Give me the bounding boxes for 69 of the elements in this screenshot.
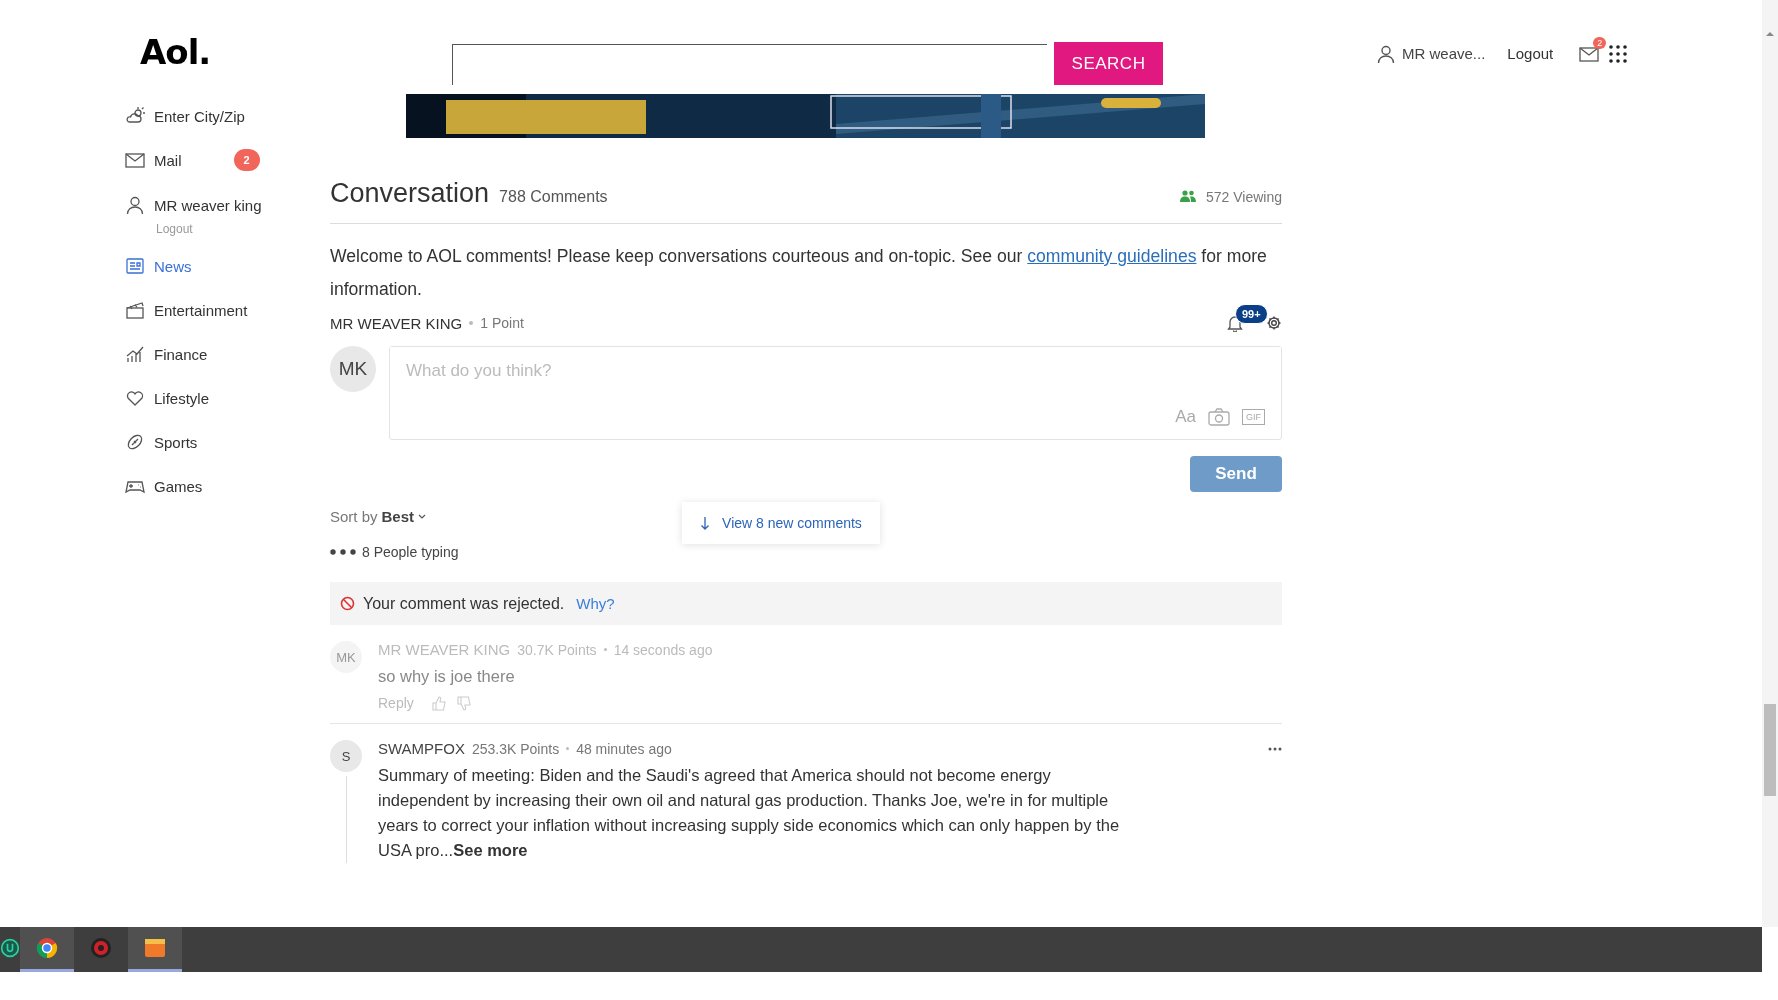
user-points: 1 Point <box>480 315 524 331</box>
search-button[interactable]: SEARCH <box>1054 42 1163 85</box>
welcome-text: Welcome to AOL comments! Please keep conversations courteous and on-topic. See our community guidelines for more information. <box>330 245 1268 301</box>
news-icon <box>125 256 145 276</box>
bell-icon[interactable] <box>1227 314 1243 332</box>
scrollbar[interactable] <box>1762 0 1778 927</box>
separator-dot <box>603 648 607 651</box>
people-icon <box>1179 190 1196 202</box>
sidebar-item[interactable]: Enter City/Zip <box>125 94 330 138</box>
thumbs-up-icon[interactable] <box>431 695 447 711</box>
prohibited-icon <box>340 596 355 611</box>
sports-icon <box>125 432 145 452</box>
scrollbar-thumb[interactable] <box>1764 704 1776 796</box>
commenter-name[interactable]: SWAMPFOX <box>378 740 465 757</box>
conversation-title: Conversation <box>330 178 490 209</box>
commenter-avatar: MK <box>330 641 362 673</box>
comment-text: so why is joe there <box>378 666 516 687</box>
user-name: MR WEAVER KING <box>330 314 463 332</box>
mail-icon[interactable] <box>1579 45 1600 62</box>
sidebar-item[interactable]: Entertainment <box>125 288 330 332</box>
sidebar-item[interactable]: Finance <box>125 332 330 376</box>
see-more-link[interactable]: See more <box>453 841 528 859</box>
mail-count-badge: 2 <box>233 149 260 171</box>
commenter-points: 30.7K Points <box>517 641 597 658</box>
mail-icon <box>125 150 145 170</box>
thumbs-down-icon[interactable] <box>456 695 472 711</box>
more-options-icon[interactable] <box>1268 746 1282 751</box>
community-guidelines-link[interactable]: community guidelines <box>1027 246 1197 266</box>
user-icon[interactable] <box>1376 43 1396 64</box>
user-avatar: MK <box>330 346 376 392</box>
typing-dots-icon <box>330 549 356 555</box>
comment-text: Summary of meeting: Biden and the Saudi's agreed that America should not become energy independent by increasing their own oil and natural gas production. Thanks Joe, we're in for multiple years to correct your inflation without increasing supply side economics which can only happen by the USA pro...See more <box>378 765 1121 861</box>
lifestyle-icon <box>125 388 145 408</box>
rejection-message: Your comment was rejected. <box>363 594 565 613</box>
search-field[interactable] <box>452 44 1047 85</box>
scroll-up-icon[interactable] <box>1765 30 1775 38</box>
new-comments-button[interactable]: View 8 new comments <box>682 502 880 544</box>
aol-logo[interactable]: Aol. <box>140 13 452 72</box>
sort-dropdown[interactable]: Sort by Best <box>330 508 427 525</box>
sidebar-item[interactable]: Sports <box>125 420 330 464</box>
commenter-avatar: S <box>330 740 362 772</box>
notification-badge: 99+ <box>1235 304 1268 324</box>
sidebar-item[interactable]: MR weaver king <box>125 188 330 222</box>
commenter-points: 253.3K Points <box>471 740 560 757</box>
apps-grid-icon[interactable] <box>1609 44 1628 63</box>
mail-count-badge: 2 <box>1593 36 1607 49</box>
sidebar-item[interactable]: Lifestyle <box>125 376 330 420</box>
comment-count: 788 Comments <box>499 188 608 206</box>
sidebar-item[interactable]: News <box>125 244 330 288</box>
finance-icon <box>125 344 145 364</box>
down-arrow-icon <box>700 516 711 530</box>
caret-icon <box>418 513 427 520</box>
typing-status: 8 People typing <box>362 544 459 560</box>
entertainment-icon <box>125 300 145 320</box>
taskbar-app-icon[interactable] <box>128 927 182 972</box>
comment-time: 48 minutes ago <box>576 740 672 757</box>
settings-icon[interactable] <box>1266 315 1282 331</box>
weather-icon <box>125 106 145 126</box>
separator-dot <box>566 747 570 750</box>
viewing-count: 572 Viewing <box>1205 189 1282 205</box>
sidebar-item[interactable]: Mail 2 <box>125 138 330 182</box>
logout-link[interactable]: Logout <box>1507 45 1554 62</box>
sidebar-item[interactable]: Games <box>125 464 330 508</box>
separator-dot <box>469 321 474 325</box>
user-name-link[interactable]: MR weave... <box>1402 45 1486 62</box>
comment-time: 14 seconds ago <box>613 641 713 658</box>
taskbar-app-icon[interactable] <box>20 927 74 972</box>
user-icon <box>125 195 145 215</box>
why-link[interactable]: Why? <box>576 595 615 612</box>
